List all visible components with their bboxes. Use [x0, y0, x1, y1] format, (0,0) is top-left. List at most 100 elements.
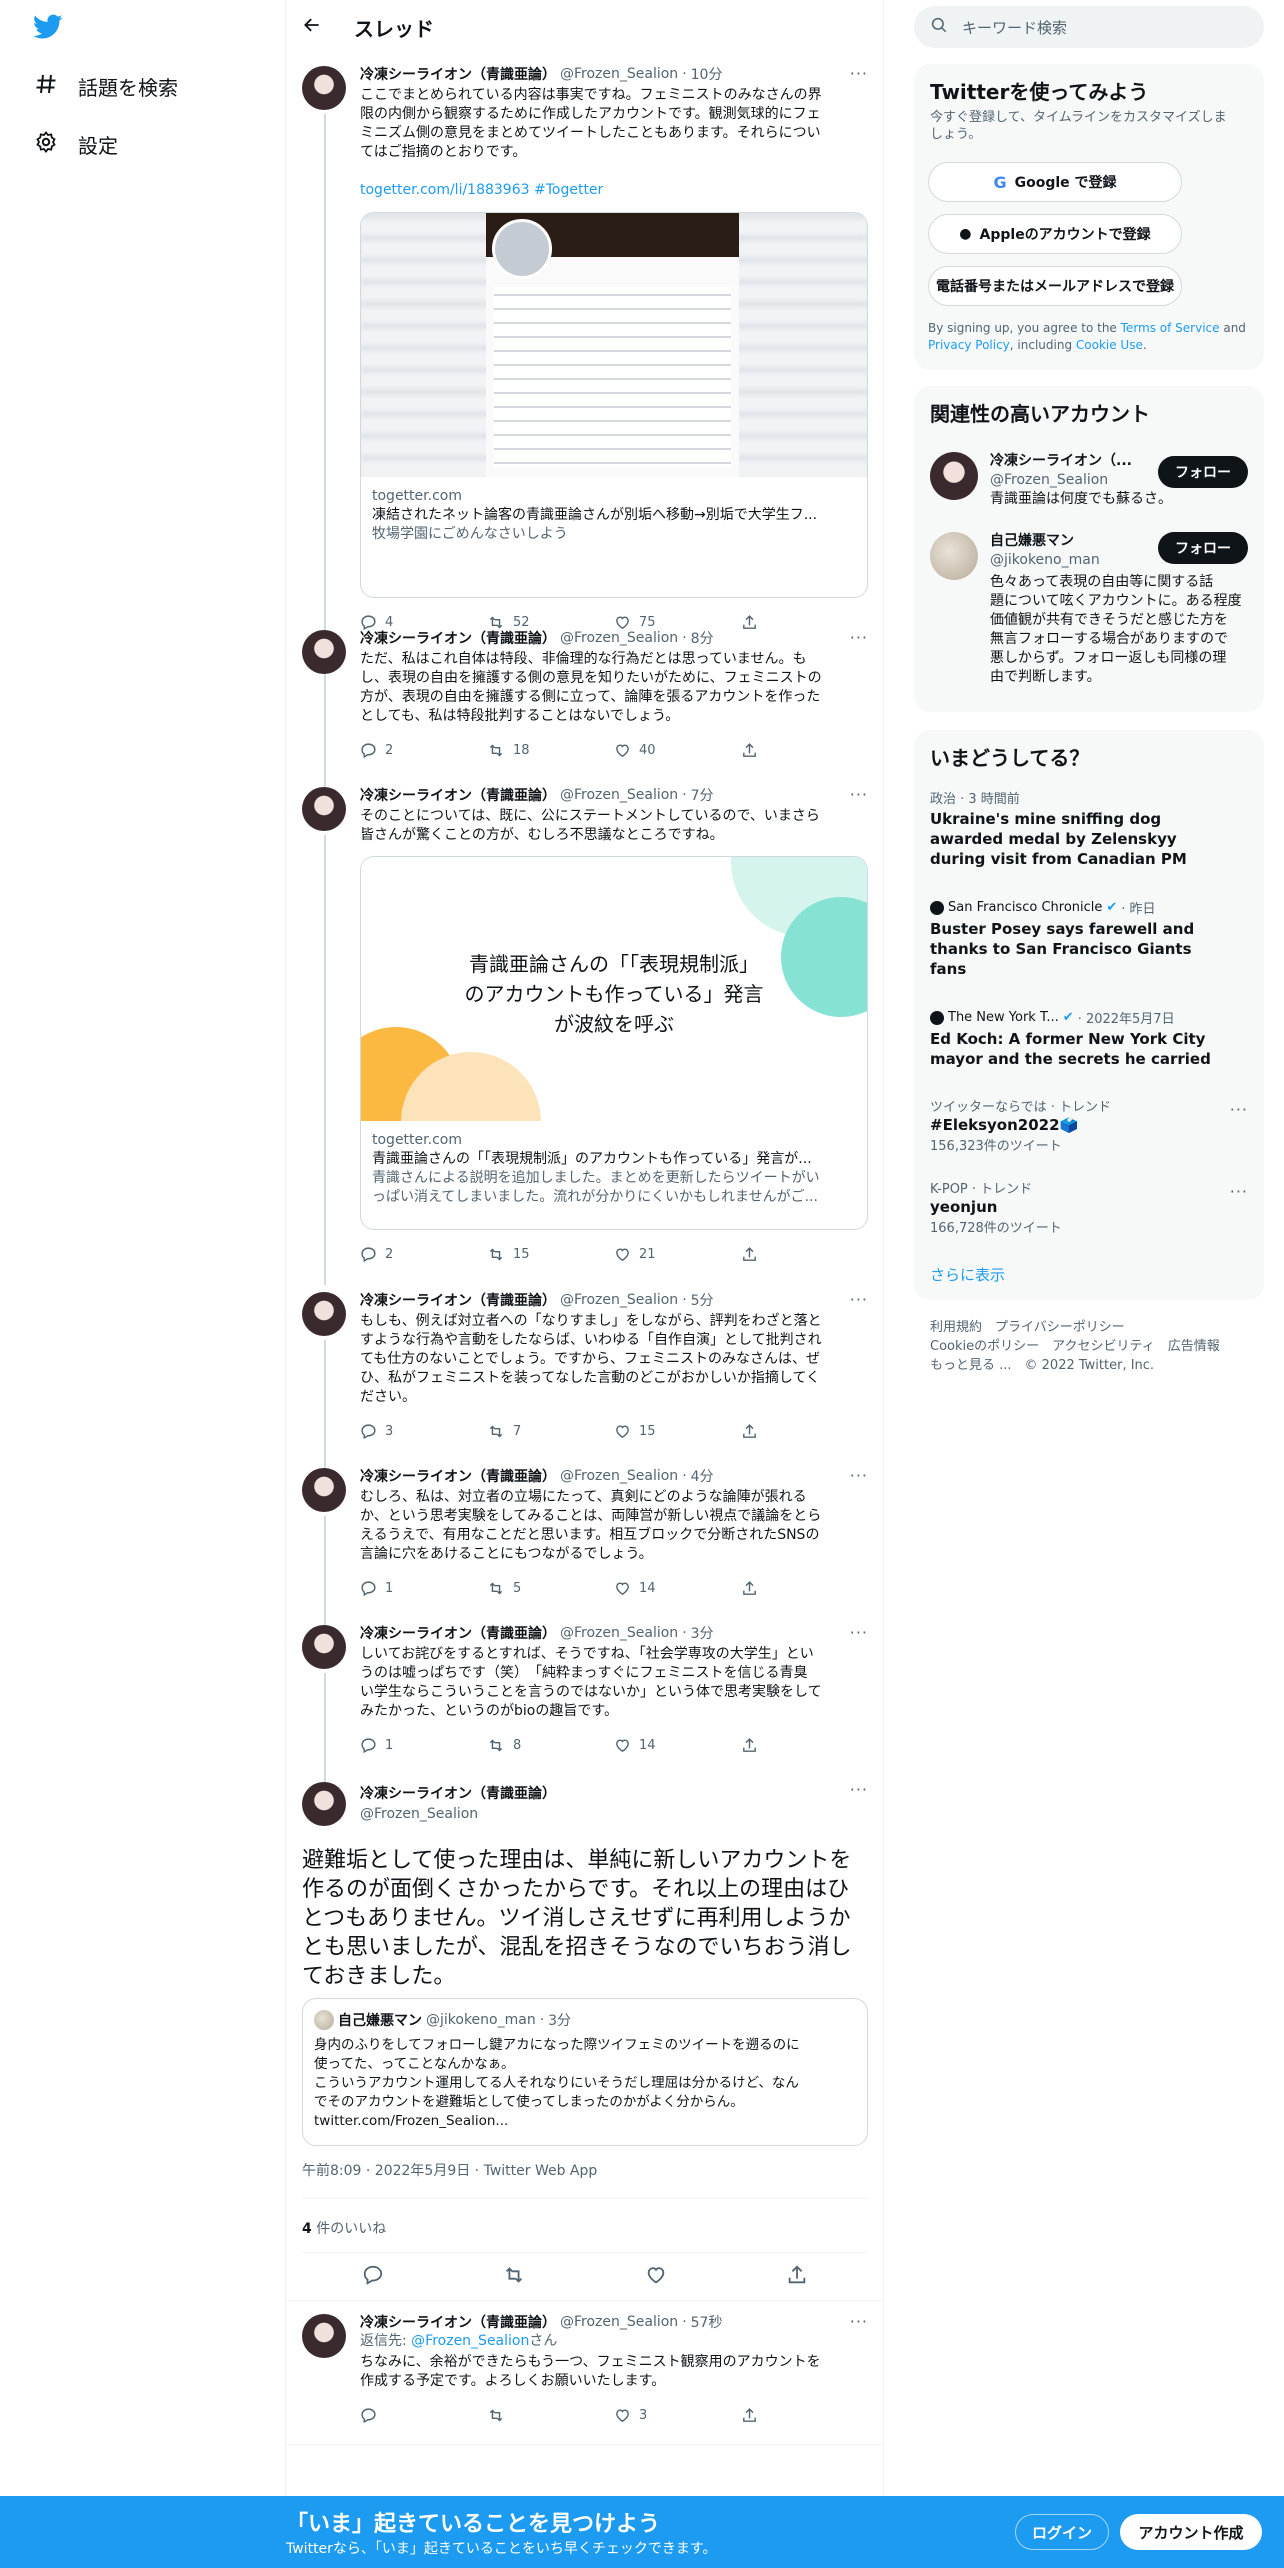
follow-button[interactable]: フォロー [1158, 532, 1248, 564]
more-icon[interactable]: ··· [1230, 1182, 1248, 1201]
avatar[interactable] [930, 532, 978, 580]
author-handle[interactable]: @Frozen_Sealion [560, 630, 678, 646]
more-icon[interactable]: ··· [850, 1623, 868, 1642]
like-button[interactable]: 14 [614, 1580, 741, 1597]
author-name[interactable]: 冷凍シーライオン（青識亜論） [360, 785, 556, 805]
author-handle[interactable]: @Frozen_Sealion [560, 2314, 678, 2330]
tweet-link[interactable]: togetter.com/li/1883963 #Togetter [360, 181, 868, 200]
nav-explore[interactable]: 話題を検索 [34, 72, 178, 101]
trend-item[interactable]: The New York T... ✔ · 2022年5月7日 Ed Koch: … [930, 1008, 1248, 1069]
more-icon[interactable]: ··· [1230, 1100, 1248, 1119]
share-icon[interactable] [741, 1580, 868, 1597]
like-button[interactable] [645, 2264, 667, 2290]
retweet-button[interactable]: 5 [487, 1580, 614, 1597]
author-handle[interactable]: @Frozen_Sealion [560, 66, 678, 82]
author-name[interactable]: 冷凍シーライオン（青識亜論） [360, 1290, 556, 1310]
share-icon[interactable] [786, 2264, 808, 2290]
avatar[interactable] [302, 1782, 346, 1826]
link-card[interactable]: 青識亜論さんの「「表現規制派」 のアカウントも作っている」発言 が波紋を呼ぶ t… [360, 856, 868, 1230]
reply-button[interactable]: 1 [360, 1737, 487, 1754]
back-arrow-icon[interactable] [302, 15, 322, 40]
author-handle[interactable]: @Frozen_Sealion [360, 1804, 556, 1824]
more-icon[interactable]: ··· [850, 1290, 868, 1309]
author-handle[interactable]: @Frozen_Sealion [560, 1468, 678, 1484]
tweet-time[interactable]: 4分 [691, 1466, 714, 1486]
tweet-time[interactable]: 7分 [691, 785, 714, 805]
footer-line[interactable]: 利用規約 プライバシーポリシー [930, 1318, 1220, 1337]
avatar[interactable] [302, 1468, 346, 1512]
retweet-button[interactable]: 18 [487, 742, 614, 759]
reply-button[interactable]: 1 [360, 1580, 487, 1597]
account-name[interactable]: 冷凍シーライオン（... [990, 452, 1172, 471]
avatar[interactable] [302, 66, 346, 110]
avatar[interactable] [930, 452, 978, 500]
google-signup-button[interactable]: G Google で登録 [928, 162, 1182, 202]
more-icon[interactable]: ··· [850, 64, 868, 83]
follow-button[interactable]: フォロー [1158, 456, 1248, 488]
tweet-time[interactable]: 10分 [691, 64, 723, 84]
more-icon[interactable]: ··· [850, 1780, 868, 1799]
reply-button[interactable]: 2 [360, 742, 487, 759]
account-item[interactable]: 冷凍シーライオン（... @Frozen_Sealion 青識亜論は何度でも蘇る… [914, 444, 1264, 524]
like-button[interactable]: 15 [614, 1423, 741, 1440]
reply-button[interactable] [362, 2264, 384, 2290]
like-button[interactable]: 14 [614, 1737, 741, 1754]
account-handle[interactable]: @Frozen_Sealion [990, 471, 1172, 490]
like-button[interactable]: 21 [614, 1246, 741, 1263]
share-icon[interactable] [741, 742, 868, 759]
more-icon[interactable]: ··· [850, 628, 868, 647]
signup-button[interactable]: アカウント作成 [1120, 2514, 1262, 2550]
more-icon[interactable]: ··· [850, 2312, 868, 2331]
retweet-button[interactable] [487, 2407, 614, 2424]
cookie-link[interactable]: Cookie Use [1076, 338, 1143, 352]
like-button[interactable]: 40 [614, 742, 741, 759]
show-more-link[interactable]: さらに表示 [930, 1264, 1248, 1285]
more-icon[interactable]: ··· [850, 785, 868, 804]
terms-link[interactable]: Terms of Service [1121, 321, 1220, 335]
author-name[interactable]: 冷凍シーライオン（青識亜論） [360, 2312, 556, 2332]
tweet-time[interactable]: 57秒 [691, 2312, 723, 2332]
account-item[interactable]: 自己嫌悪マン @jikokeno_man 色々あって表現の自由等に関する話 題に… [914, 530, 1264, 710]
trend-item[interactable]: K-POP · トレンド yeonjun 166,728件のツイート ··· [930, 1178, 1248, 1236]
author-handle[interactable]: @Frozen_Sealion [560, 1292, 678, 1308]
retweet-button[interactable] [503, 2264, 525, 2290]
author-name[interactable]: 冷凍シーライオン（青識亜論） [360, 1466, 556, 1486]
reply-to-handle[interactable]: @Frozen_Sealion [411, 2333, 529, 2349]
author-handle[interactable]: @Frozen_Sealion [560, 787, 678, 803]
trend-item[interactable]: San Francisco Chronicle ✔ · 昨日 Buster Pos… [930, 898, 1248, 979]
likes-count[interactable]: 4 件のいいね [302, 2218, 386, 2238]
phone-signup-button[interactable]: 電話番号またはメールアドレスで登録 [928, 266, 1182, 306]
twitter-logo-icon[interactable] [33, 14, 63, 44]
retweet-button[interactable]: 8 [487, 1737, 614, 1754]
nav-settings[interactable]: 設定 [34, 130, 118, 159]
author-name[interactable]: 冷凍シーライオン（青識亜論） [360, 1623, 556, 1643]
reply-button[interactable] [360, 2407, 487, 2424]
search-input[interactable]: キーワード検索 [962, 17, 1067, 38]
like-button[interactable]: 3 [614, 2407, 741, 2424]
footer-line[interactable]: Cookieのポリシー アクセシビリティ 広告情報 [930, 1337, 1220, 1356]
more-icon[interactable]: ··· [850, 1466, 868, 1485]
avatar[interactable] [302, 2314, 346, 2358]
login-button[interactable]: ログイン [1015, 2514, 1109, 2550]
footer-line[interactable]: もっと見る ... © 2022 Twitter, Inc. [930, 1356, 1220, 1375]
tweet-time[interactable]: 8分 [691, 628, 714, 648]
tweet-time[interactable]: 3分 [691, 1623, 714, 1643]
quote-tweet[interactable]: 自己嫌悪マン @jikokeno_man · 3分 身内のふりをしてフォローし鍵… [302, 1998, 868, 2146]
apple-signup-button[interactable]: ● Appleのアカウントで登録 [928, 214, 1182, 254]
tweet-timestamp[interactable]: 午前8:09 · 2022年5月9日 · Twitter Web App [302, 2160, 597, 2180]
reply-button[interactable]: 3 [360, 1423, 487, 1440]
share-icon[interactable] [741, 1246, 868, 1263]
reply-button[interactable]: 2 [360, 1246, 487, 1263]
avatar[interactable] [302, 1292, 346, 1336]
share-icon[interactable] [741, 1423, 868, 1440]
retweet-button[interactable]: 15 [487, 1246, 614, 1263]
share-icon[interactable] [741, 1737, 868, 1754]
search-box[interactable]: キーワード検索 [914, 6, 1264, 48]
author-name[interactable]: 冷凍シーライオン（青識亜論） [360, 628, 556, 648]
author-name[interactable]: 冷凍シーライオン（青識亜論） [360, 64, 556, 84]
tweet-time[interactable]: 5分 [691, 1290, 714, 1310]
trend-item[interactable]: 政治 · 3 時間前 Ukraine's mine sniffing dog a… [930, 788, 1248, 869]
author-name[interactable]: 冷凍シーライオン（青識亜論） [360, 1784, 556, 1804]
author-handle[interactable]: @Frozen_Sealion [560, 1625, 678, 1641]
trend-item[interactable]: ツイッターならでは · トレンド #Eleksyon2022🗳️ 156,323… [930, 1096, 1248, 1154]
